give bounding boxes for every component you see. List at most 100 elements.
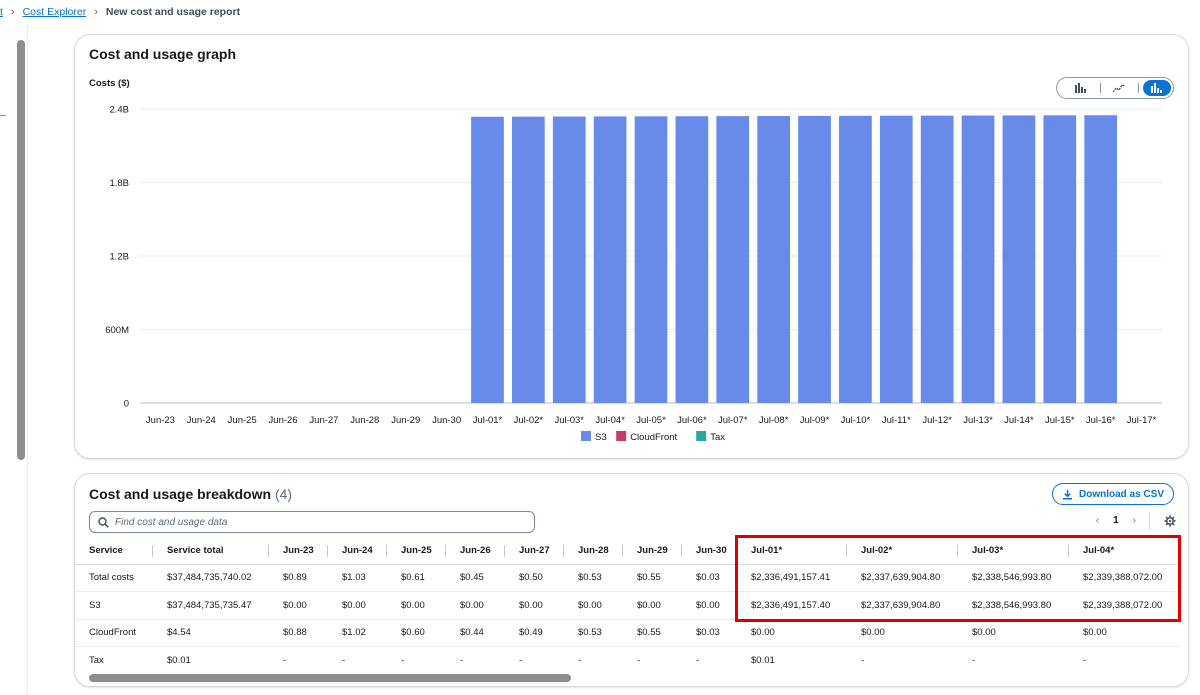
cost-cell: $0.89 (269, 564, 328, 592)
column-header-label: Jun-24 (342, 544, 373, 556)
x-tick-label: Jul-12* (922, 415, 952, 426)
search-input[interactable] (115, 516, 515, 528)
gear-icon[interactable] (1164, 514, 1176, 532)
column-header[interactable]: Jul-04* (1069, 537, 1180, 565)
bar (593, 116, 627, 404)
cost-cell: - (460, 655, 464, 666)
x-tick-label: Jul-08* (759, 415, 789, 426)
cost-cell: - (283, 655, 287, 666)
x-tick-label: Jul-04* (595, 415, 625, 426)
pagination: ‹ 1 › (1096, 515, 1136, 526)
column-header[interactable]: Service total (153, 537, 269, 565)
x-tick-label: Jul-07* (718, 415, 748, 426)
bar (839, 115, 872, 403)
x-tick-label: Jul-03* (554, 415, 584, 426)
column-header[interactable]: Jun-29 (623, 537, 682, 565)
column-header[interactable]: Jul-03* (958, 537, 1069, 565)
cost-cell: $0.00 (682, 591, 737, 620)
column-header-label: Jun-27 (519, 544, 550, 556)
x-tick-label: Jun-24 (187, 415, 216, 426)
cost-cell: $2,339,388,072.00 (1069, 564, 1180, 592)
cost-cell: $0.00 (737, 619, 847, 647)
cost-cell: $1.02 (328, 619, 387, 647)
x-tick-label: Jul-13* (963, 415, 993, 426)
cost-cell: - (578, 655, 582, 666)
cost-cell: - (342, 655, 346, 666)
y-tick-label: 2.4B (109, 105, 129, 116)
x-tick-label: Jun-23 (146, 415, 175, 426)
next-page-icon[interactable]: › (1133, 515, 1136, 526)
horizontal-scrollbar[interactable] (89, 674, 1179, 682)
vertical-scrollbar[interactable] (17, 40, 25, 460)
column-header[interactable]: Service (75, 537, 153, 565)
x-tick-label: Jul-09* (800, 415, 830, 426)
cost-usage-graph-card: Cost and usage graph Costs ($) 0 600M 1.2B… (74, 34, 1189, 459)
cost-cell: $0.55 (623, 619, 682, 647)
table-header-row: Service Service total Jun-23 Jun-24 Jun-… (75, 537, 1180, 565)
cost-cell: - (519, 655, 523, 666)
breadcrumb-cost-explorer-link[interactable]: Cost Explorer (23, 6, 87, 18)
x-tick-label: Jul-02* (514, 415, 544, 426)
cost-cell: - (1083, 655, 1087, 666)
column-header[interactable]: Jun-28 (564, 537, 623, 565)
column-header[interactable]: Jul-02* (847, 537, 958, 565)
cost-cell: $0.01 (167, 655, 191, 666)
cost-cell: - (972, 655, 976, 666)
breakdown-title: Cost and usage breakdown (4) (89, 486, 292, 502)
download-csv-button[interactable]: Download as CSV (1052, 483, 1174, 505)
table-row: Tax $0.01 - - - - - - - - $0.01 - - - (75, 647, 1180, 675)
previous-page-icon[interactable]: ‹ (1096, 515, 1099, 526)
cost-chart: 0 600M 1.2B 1.8B 2.4B Jun-23 Jun-24 Jun-25 Jun-2… (105, 105, 1162, 443)
column-header-label: Jul-02* (861, 544, 893, 556)
x-tick-label: Jun-26 (269, 415, 298, 426)
breakdown-table: Service Service total Jun-23 Jun-24 Jun-… (75, 537, 1180, 674)
cost-cell: $2,338,546,993.80 (958, 564, 1069, 592)
column-header-label: Jun-29 (637, 544, 668, 556)
column-header[interactable]: Jun-25 (387, 537, 446, 565)
column-header[interactable]: Jun-27 (505, 537, 564, 565)
bar (552, 116, 586, 404)
horizontal-scrollbar-thumb[interactable] (89, 674, 571, 682)
column-header[interactable]: Jun-30 (682, 537, 737, 565)
cost-cell: - (861, 655, 865, 666)
x-tick-label: Jun-27 (309, 415, 338, 426)
bar (757, 116, 790, 404)
cost-cell: $2,337,639,904.80 (847, 591, 958, 620)
breadcrumb-current: New cost and usage report (105, 6, 241, 18)
column-header-label: Service (89, 544, 123, 556)
bar (716, 116, 750, 403)
x-tick-label: Jul-01* (473, 415, 503, 426)
column-header-label: Jul-01* (751, 544, 783, 556)
cost-cell: - (696, 655, 700, 666)
left-rail (0, 25, 28, 695)
x-tick-label: Jul-16* (1086, 415, 1116, 426)
cost-cell: $37,484,735,740.02 (153, 564, 269, 592)
cost-cell: $0.60 (387, 619, 446, 647)
x-tick-label: Jul-11* (882, 415, 911, 426)
column-header[interactable]: Jun-24 (328, 537, 387, 565)
cost-cell: - (637, 655, 641, 666)
bar (471, 116, 504, 403)
cost-cell: $0.00 (564, 591, 623, 620)
cost-cell: $4.54 (153, 619, 269, 647)
current-page[interactable]: 1 (1113, 515, 1119, 526)
legend-swatch (581, 431, 591, 441)
column-header[interactable]: Jun-26 (446, 537, 505, 565)
x-tick-label: Jun-30 (432, 415, 461, 426)
column-header[interactable]: Jun-23 (269, 537, 328, 565)
legend-label: Tax (710, 432, 725, 443)
column-header-label: Jun-25 (401, 544, 432, 556)
cost-cell: $0.03 (682, 619, 737, 647)
x-tick-label: Jul-05* (636, 415, 666, 426)
cost-cell: $2,337,639,904.80 (847, 564, 958, 592)
pager-divider (1149, 512, 1150, 530)
legend-swatch (616, 431, 627, 441)
x-tick-label: Jun-25 (228, 415, 257, 426)
x-tick-label: Jul-14* (1004, 415, 1034, 426)
bar (634, 116, 668, 403)
x-tick-label: Jun-29 (391, 415, 420, 426)
column-header[interactable]: Jul-01* (737, 537, 847, 565)
bar (675, 116, 709, 403)
breadcrumb-parent-link[interactable]: t (0, 6, 3, 18)
bar (798, 115, 831, 403)
